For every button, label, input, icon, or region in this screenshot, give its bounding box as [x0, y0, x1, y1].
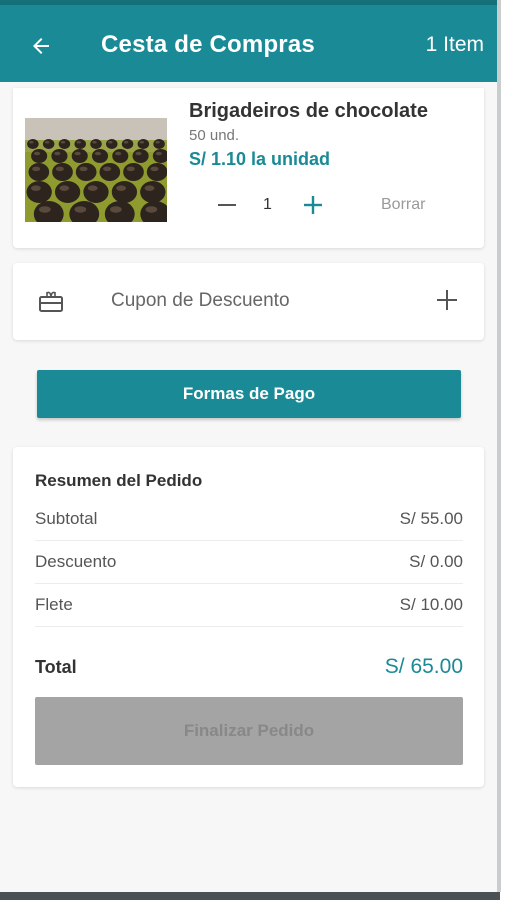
item-count: 1 Item [425, 33, 484, 56]
app-bar: Cesta de Compras 1 Item [0, 0, 497, 82]
summary-row-value: S/ 0.00 [409, 552, 463, 571]
back-button[interactable] [24, 29, 58, 63]
plus-icon [304, 196, 322, 214]
summary-title: Resumen del Pedido [35, 471, 203, 490]
page-title: Cesta de Compras [101, 31, 315, 58]
summary-row-discount: Descuento S/ 0.00 [35, 540, 463, 584]
summary-row-label: Subtotal [35, 509, 98, 528]
summary-row-value: S/ 10.00 [399, 595, 463, 614]
finalize-order-button[interactable]: Finalizar Pedido [35, 697, 463, 765]
total-value: S/ 65.00 [384, 655, 463, 678]
delete-button[interactable]: Borrar [381, 196, 425, 214]
summary-row-value: S/ 55.00 [399, 509, 463, 528]
product-unit-price: S/ 1.10 la unidad [189, 149, 331, 169]
right-edge [497, 0, 501, 892]
decrease-quantity-button[interactable] [215, 193, 239, 217]
summary-row-label: Descuento [35, 552, 117, 571]
cart-item-card: Brigadeiros de chocolate 50 und. S/ 1.10… [13, 88, 484, 248]
increase-quantity-button[interactable] [301, 193, 325, 217]
product-image [25, 118, 167, 222]
screen: Cesta de Compras 1 Item Brigadeiros de c… [0, 0, 498, 892]
minus-icon [218, 204, 236, 206]
order-summary-card: Resumen del Pedido Subtotal S/ 55.00 Des… [13, 447, 484, 787]
arrow-left-icon [33, 38, 49, 54]
summary-row-label: Flete [35, 595, 73, 614]
coupon-label: Cupon de Descuento [111, 290, 290, 311]
total-label: Total [35, 657, 77, 677]
product-units: 50 und. [189, 127, 240, 144]
payment-methods-button[interactable]: Formas de Pago [37, 370, 461, 418]
coupon-card[interactable]: Cupon de Descuento [13, 263, 484, 340]
summary-row-shipping: Flete S/ 10.00 [35, 583, 463, 627]
product-name: Brigadeiros de chocolate [189, 100, 428, 122]
summary-row-subtotal: Subtotal S/ 55.00 [35, 497, 463, 541]
plus-icon[interactable] [436, 289, 458, 311]
gift-card-icon [39, 291, 63, 312]
bottom-bar [0, 892, 500, 900]
quantity-value: 1 [263, 196, 272, 213]
